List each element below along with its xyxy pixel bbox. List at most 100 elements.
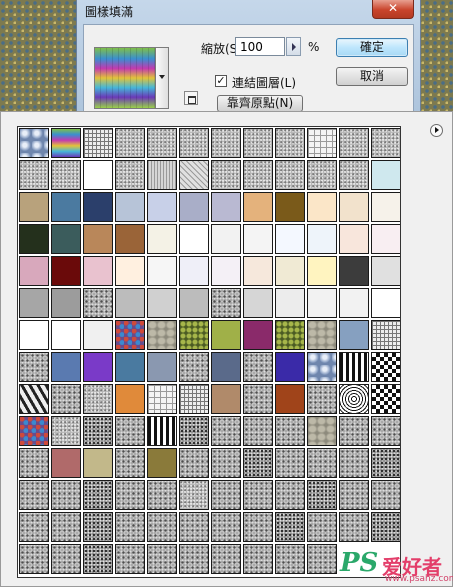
pattern-swatch[interactable] <box>179 384 209 414</box>
pattern-swatch[interactable] <box>83 384 113 414</box>
ok-button[interactable]: 確定 <box>336 38 408 57</box>
pattern-swatch[interactable] <box>51 256 81 286</box>
new-preset-button[interactable] <box>184 91 198 105</box>
pattern-swatch[interactable] <box>339 160 369 190</box>
pattern-swatch[interactable] <box>211 352 241 382</box>
pattern-swatch[interactable] <box>307 288 337 318</box>
pattern-swatch[interactable] <box>211 480 241 510</box>
pattern-swatch[interactable] <box>371 192 400 222</box>
pattern-swatch[interactable] <box>51 480 81 510</box>
pattern-swatch[interactable] <box>179 128 209 158</box>
pattern-swatch[interactable] <box>115 448 145 478</box>
pattern-swatch[interactable] <box>243 480 273 510</box>
pattern-swatch[interactable] <box>307 320 337 350</box>
pattern-swatch[interactable] <box>211 544 241 574</box>
pattern-swatch[interactable] <box>179 480 209 510</box>
picker-menu-button[interactable] <box>430 124 443 137</box>
pattern-swatch[interactable] <box>83 256 113 286</box>
pattern-picker-dropdown-button[interactable] <box>156 47 169 109</box>
pattern-swatch[interactable] <box>275 384 305 414</box>
pattern-swatch[interactable] <box>275 544 305 574</box>
pattern-swatch[interactable] <box>339 224 369 254</box>
pattern-swatch[interactable] <box>211 128 241 158</box>
pattern-swatch[interactable] <box>307 448 337 478</box>
pattern-swatch[interactable] <box>243 256 273 286</box>
pattern-swatch[interactable] <box>243 544 273 574</box>
pattern-swatch[interactable] <box>147 160 177 190</box>
pattern-swatch[interactable] <box>211 416 241 446</box>
pattern-swatch[interactable] <box>211 160 241 190</box>
pattern-swatch[interactable] <box>147 256 177 286</box>
pattern-swatch[interactable] <box>51 352 81 382</box>
pattern-swatch[interactable] <box>83 448 113 478</box>
pattern-swatch[interactable] <box>51 288 81 318</box>
pattern-swatch[interactable] <box>339 512 369 542</box>
pattern-swatch[interactable] <box>147 128 177 158</box>
pattern-swatch[interactable] <box>51 416 81 446</box>
pattern-swatch[interactable] <box>211 288 241 318</box>
pattern-swatch[interactable] <box>179 192 209 222</box>
pattern-swatch[interactable] <box>371 320 400 350</box>
pattern-swatch[interactable] <box>147 512 177 542</box>
cancel-button[interactable]: 取消 <box>336 67 408 86</box>
pattern-swatch[interactable] <box>179 256 209 286</box>
pattern-swatch[interactable] <box>51 192 81 222</box>
pattern-preview-swatch[interactable] <box>94 47 156 109</box>
pattern-swatch[interactable] <box>19 448 49 478</box>
pattern-swatch[interactable] <box>179 448 209 478</box>
pattern-swatch[interactable] <box>243 352 273 382</box>
pattern-swatch[interactable] <box>371 160 400 190</box>
pattern-swatch[interactable] <box>339 192 369 222</box>
pattern-swatch[interactable] <box>339 384 369 414</box>
pattern-swatch[interactable] <box>307 544 337 574</box>
pattern-swatch[interactable] <box>115 352 145 382</box>
pattern-swatch[interactable] <box>115 224 145 254</box>
pattern-swatch[interactable] <box>307 224 337 254</box>
pattern-swatch[interactable] <box>19 352 49 382</box>
pattern-swatch[interactable] <box>51 384 81 414</box>
pattern-swatch[interactable] <box>179 160 209 190</box>
pattern-swatch[interactable] <box>147 384 177 414</box>
pattern-swatch[interactable] <box>243 192 273 222</box>
pattern-swatch[interactable] <box>211 256 241 286</box>
pattern-swatch[interactable] <box>115 384 145 414</box>
pattern-swatch[interactable] <box>275 128 305 158</box>
pattern-swatch[interactable] <box>339 480 369 510</box>
pattern-swatch[interactable] <box>19 224 49 254</box>
pattern-swatch[interactable] <box>51 160 81 190</box>
pattern-swatch[interactable] <box>371 384 400 414</box>
pattern-swatch[interactable] <box>339 416 369 446</box>
close-button[interactable]: ✕ <box>372 0 414 19</box>
scale-slider-button[interactable] <box>286 37 301 56</box>
pattern-swatch[interactable] <box>147 448 177 478</box>
pattern-swatch[interactable] <box>51 544 81 574</box>
pattern-swatch[interactable] <box>211 512 241 542</box>
pattern-swatch[interactable] <box>115 512 145 542</box>
pattern-swatch[interactable] <box>83 320 113 350</box>
pattern-swatch[interactable] <box>83 480 113 510</box>
pattern-swatch[interactable] <box>371 128 400 158</box>
pattern-swatch[interactable] <box>307 192 337 222</box>
pattern-swatch[interactable] <box>307 160 337 190</box>
pattern-swatch[interactable] <box>83 192 113 222</box>
pattern-swatch[interactable] <box>243 416 273 446</box>
pattern-swatch[interactable] <box>307 256 337 286</box>
pattern-swatch[interactable] <box>371 416 400 446</box>
pattern-swatch[interactable] <box>115 320 145 350</box>
pattern-swatch[interactable] <box>147 352 177 382</box>
pattern-swatch[interactable] <box>307 128 337 158</box>
pattern-swatch[interactable] <box>275 288 305 318</box>
pattern-swatch[interactable] <box>243 160 273 190</box>
pattern-swatch[interactable] <box>179 224 209 254</box>
pattern-swatch[interactable] <box>115 544 145 574</box>
pattern-swatch[interactable] <box>179 544 209 574</box>
pattern-swatch[interactable] <box>211 224 241 254</box>
pattern-swatch[interactable] <box>275 448 305 478</box>
pattern-swatch[interactable] <box>275 480 305 510</box>
pattern-swatch[interactable] <box>275 352 305 382</box>
pattern-swatch[interactable] <box>83 128 113 158</box>
pattern-swatch[interactable] <box>275 160 305 190</box>
pattern-swatch[interactable] <box>371 224 400 254</box>
pattern-swatch[interactable] <box>51 320 81 350</box>
pattern-swatch[interactable] <box>307 352 337 382</box>
